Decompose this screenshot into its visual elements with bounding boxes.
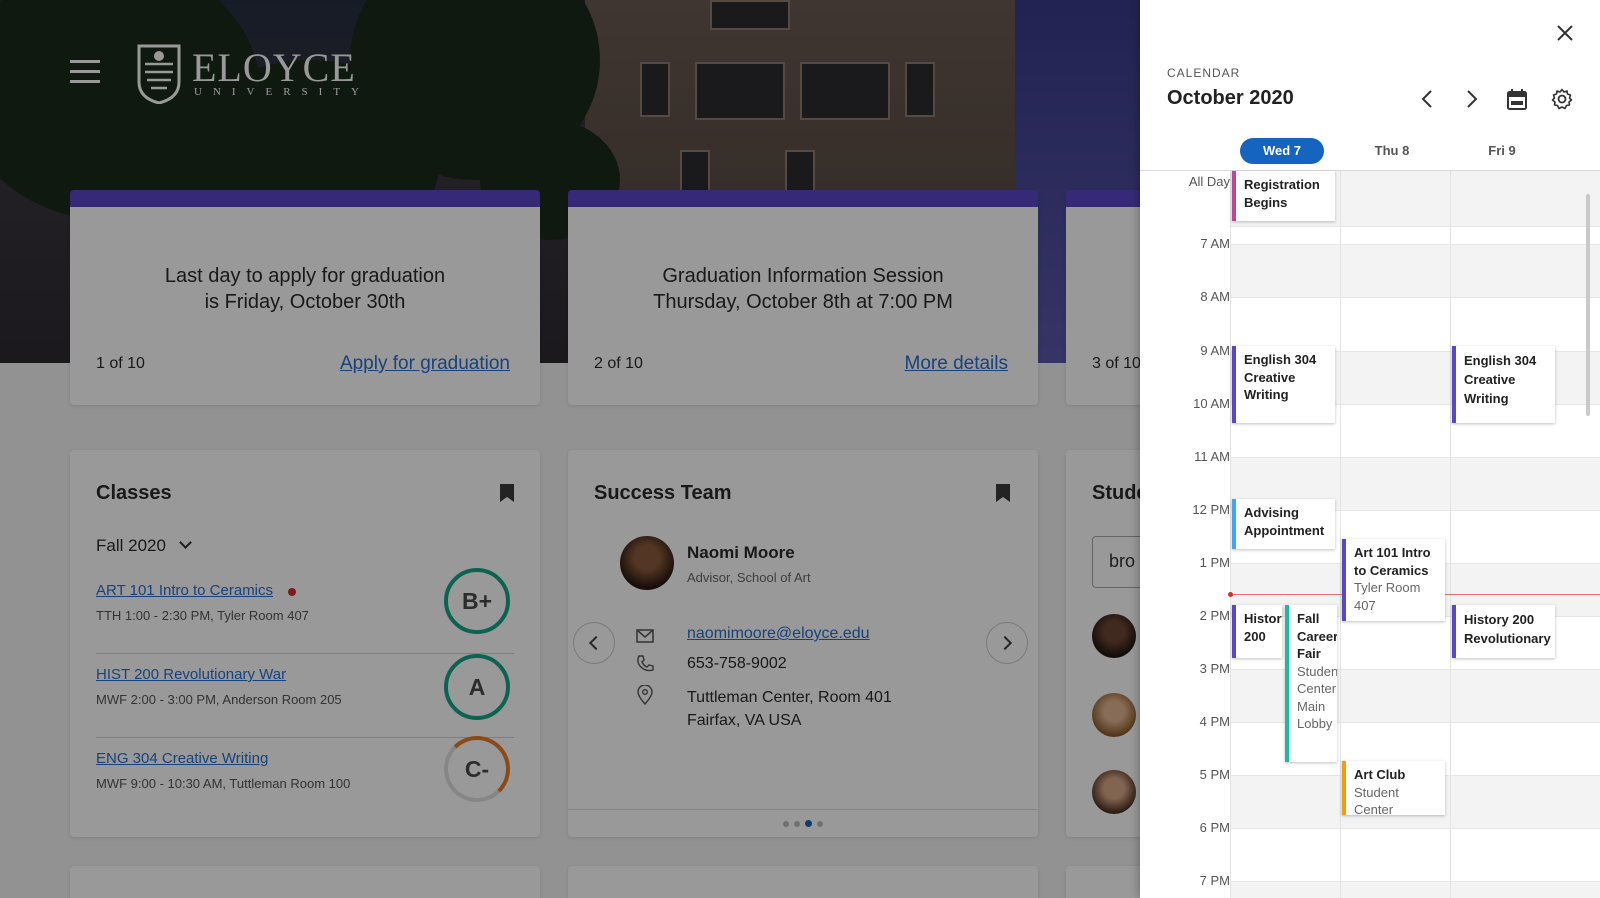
event-location: Student Center <box>1354 784 1399 816</box>
event-title: English 304 Creative Writing <box>1464 353 1537 406</box>
day-tab-thu[interactable]: Thu 8 <box>1350 138 1434 164</box>
chevron-left-icon <box>1421 90 1432 108</box>
calendar-label: CALENDAR <box>1167 66 1241 80</box>
event-title: Art 101 Intro to Ceramics <box>1354 545 1431 578</box>
current-time-dot <box>1228 592 1233 597</box>
event-registration[interactable]: Registration Begins <box>1232 171 1335 221</box>
settings-button[interactable] <box>1548 85 1576 113</box>
hour-label: 7 AM <box>1200 236 1230 251</box>
event-title: Fall Career Fair <box>1297 611 1337 661</box>
date-picker-button[interactable] <box>1503 85 1531 113</box>
day-column <box>1450 171 1560 898</box>
event-english-wed[interactable]: English 304 Creative Writing <box>1232 346 1335 423</box>
hour-label: 6 PM <box>1199 820 1230 835</box>
next-week-button[interactable] <box>1458 85 1486 113</box>
event-location: Tyler Room 407 <box>1354 580 1421 613</box>
hour-label: 8 AM <box>1200 289 1230 304</box>
event-title: Advising Appointment <box>1244 505 1325 538</box>
calendar-grid: All Day 7 AM 8 AM 9 AM 10 AM 11 AM 12 PM… <box>1140 170 1600 898</box>
calendar-month: October 2020 <box>1167 87 1294 109</box>
close-icon <box>1557 25 1573 41</box>
event-title: English 304 Creative Writing <box>1244 352 1317 402</box>
close-button[interactable] <box>1551 19 1579 47</box>
hour-label: 12 PM <box>1192 502 1230 517</box>
all-day-label: All Day <box>1188 174 1230 189</box>
hour-label: 1 PM <box>1199 555 1230 570</box>
event-history-fri[interactable]: History 200 Revolutionary <box>1452 605 1555 658</box>
event-title: Registration Begins <box>1244 177 1320 210</box>
event-advising[interactable]: Advising Appointment <box>1232 499 1335 549</box>
event-title: History 200 <box>1244 611 1282 644</box>
event-title: Art Club <box>1354 767 1406 782</box>
event-location: Student Center Main Lobby <box>1297 663 1337 732</box>
chevron-right-icon <box>1467 90 1478 108</box>
scrollbar[interactable] <box>1586 194 1590 416</box>
event-art101[interactable]: Art 101 Intro to Ceramics Tyler Room 407 <box>1342 539 1445 621</box>
event-title: History 200 Revolutionary <box>1464 612 1551 646</box>
hour-label: 7 PM <box>1199 873 1230 888</box>
hour-label: 4 PM <box>1199 714 1230 729</box>
event-english-fri[interactable]: English 304 Creative Writing <box>1452 346 1555 423</box>
calendar-icon <box>1507 89 1527 110</box>
previous-week-button[interactable] <box>1413 85 1441 113</box>
hour-label: 9 AM <box>1200 343 1230 358</box>
hour-label: 11 AM <box>1194 449 1230 464</box>
modal-scrim[interactable] <box>0 0 1140 898</box>
day-tab-fri[interactable]: Fri 9 <box>1460 138 1544 164</box>
hour-label: 10 AM <box>1193 396 1230 411</box>
event-history-wed[interactable]: History 200 <box>1232 605 1282 658</box>
hour-label: 2 PM <box>1199 608 1230 623</box>
day-tab-wed[interactable]: Wed 7 <box>1240 138 1324 164</box>
gear-icon <box>1551 88 1573 110</box>
event-career-fair[interactable]: Fall Career Fair Student Center Main Lob… <box>1285 605 1337 762</box>
hour-label: 5 PM <box>1199 767 1230 782</box>
hour-label: 3 PM <box>1199 661 1230 676</box>
event-art-club[interactable]: Art Club Student Center <box>1342 761 1445 815</box>
calendar-drawer: CALENDAR October 2020 Wed 7 Thu 8 Fri 9 … <box>1140 0 1600 898</box>
